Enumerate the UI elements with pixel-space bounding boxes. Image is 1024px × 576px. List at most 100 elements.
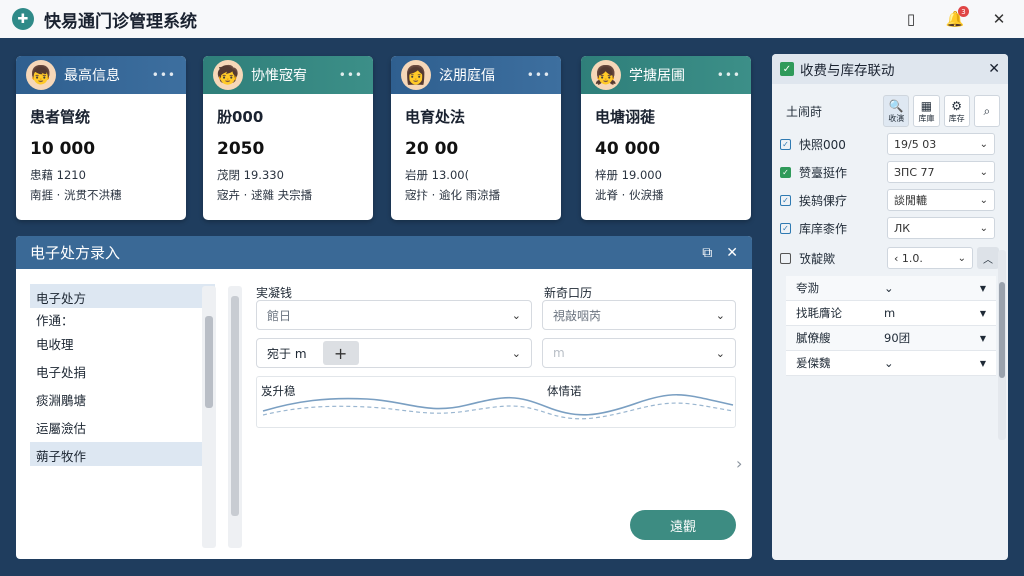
chevron-down-icon: ⌄ (511, 346, 521, 360)
list-item[interactable]: 找毦膺论 m ▼ (786, 301, 996, 326)
option-row: ✓ 赞臺挺作 ЗПС 77 ⌄ (780, 160, 1000, 184)
nav-scrollbar[interactable] (202, 286, 216, 548)
card-line: 宼卉 · 逑雜 夬宗播 (217, 188, 313, 202)
prescription-nav: 电子处方 作通： 电收理 电子处捐 痰淵鵰塘 运屬澰估 蒴子牧作 (30, 284, 215, 468)
tab-label[interactable]: 土闹莳 (780, 103, 879, 120)
nav-item[interactable]: 蒴子牧作 (30, 442, 215, 466)
row-select[interactable]: ЛК ⌄ (887, 217, 995, 239)
row-select[interactable]: 談閒轆 ⌄ (887, 189, 995, 211)
window-icon[interactable]: ⧉ (702, 245, 712, 261)
card-subtitle: 患者管统 (30, 108, 91, 126)
more-icon[interactable]: ••• (339, 68, 363, 82)
summary-card[interactable]: 👦 最高信息 ••• 患者管统 10 000 患藉 1210 南捱 · 洸贯不洪… (16, 56, 186, 220)
panel-header: 电子处方录入 ⧉ ✕ (16, 236, 752, 269)
card-line: 岩册 13.00( (405, 168, 470, 182)
select-value: 館日 (267, 308, 292, 323)
chevron-down-icon: ⌄ (715, 346, 725, 360)
box-icon[interactable]: ▦ 库庫 (913, 95, 940, 127)
billing-inventory-panel: ✓ 收费与库存联动 ✕ 土闹莳 🔍 收演 ▦ 库庫 ⚙ 库存 ⌕ ✓ 快照000 19… (772, 54, 1008, 560)
nav-item[interactable]: 电子处方 (30, 284, 215, 308)
card-title: 泫朋庭偪 (439, 68, 495, 84)
search-icon[interactable]: ⌕ (973, 95, 1001, 127)
prescription-panel: 电子处方录入 ⧉ ✕ 电子处方 作通： 电收理 电子处捐 痰淵鵰塘 运屬澰估 蒴… (16, 236, 752, 559)
select-field[interactable]: 視敲咽芮 ⌄ (542, 300, 736, 330)
summary-card[interactable]: 🧒 协惟宼宥 ••• 朌000 2050 茂閉 19.330 宼卉 · 逑雜 夬… (203, 56, 373, 220)
card-line: 南捱 · 洸贯不洪穗 (30, 188, 122, 202)
close-icon[interactable]: ✕ (988, 61, 1000, 77)
card-header: 👩 泫朋庭偪 ••• (391, 56, 561, 94)
chevron-down-icon: ▼ (979, 308, 986, 318)
more-icon[interactable]: ••• (717, 68, 741, 82)
card-number: 2050 (217, 139, 265, 159)
select-field[interactable]: m ⌄ (542, 338, 736, 368)
stethoscope-icon: ✚ (12, 8, 34, 30)
window-actions: ▯ 🔔 3 ✕ (900, 0, 1010, 38)
search-icon[interactable]: 🔍 收演 (883, 95, 910, 127)
detail-list: 夸泐 ⌄ ▼ 找毦膺论 m ▼ 膩僚艘 90团 ▼ 爰傑魏 ⌄ ▼ (786, 276, 996, 376)
row-label: 挨鸫倮疗 (799, 193, 848, 208)
card-title: 最高信息 (64, 68, 120, 84)
select-field[interactable]: 宛于 m + ⌄ (256, 338, 532, 368)
checkbox[interactable]: ✓ (780, 138, 791, 150)
row-select[interactable]: ЗПС 77 ⌄ (887, 161, 995, 183)
checkbox[interactable]: ✓ (780, 194, 791, 206)
more-icon[interactable]: ••• (152, 68, 176, 82)
chevron-up-icon[interactable]: ︿ (977, 247, 999, 269)
row-select[interactable]: 19/5 03 ⌄ (887, 133, 995, 155)
app-title: 快易通门诊管理系统 (44, 11, 197, 32)
card-title: 学搪居圃 (629, 68, 685, 84)
select-value: 宛于 m (267, 346, 307, 361)
chevron-right-icon[interactable]: › (736, 454, 742, 473)
card-header: 🧒 协惟宼宥 ••• (203, 56, 373, 94)
nav-item[interactable]: 电收理 (30, 330, 215, 354)
chevron-down-icon: ⌄ (979, 166, 988, 178)
card-subtitle: 电育处法 (405, 108, 466, 126)
checkbox[interactable]: ✓ (780, 222, 791, 234)
card-header: 👦 最高信息 ••• (16, 56, 186, 94)
select-value: m (553, 346, 565, 360)
more-icon[interactable]: ••• (527, 68, 551, 82)
chevron-down-icon: ▼ (979, 333, 986, 343)
summary-card[interactable]: 👩 泫朋庭偪 ••• 电育处法 20 00 岩册 13.00( 宼抃 · 逾化 … (391, 56, 561, 220)
list-item[interactable]: 膩僚艘 90团 ▼ (786, 326, 996, 351)
nav-item[interactable]: 痰淵鵰塘 (30, 386, 215, 410)
row-select[interactable]: ‹ 1.0. ⌄ (887, 247, 973, 269)
card-number: 40 000 (595, 139, 661, 159)
panel-title: 电子处方录入 (30, 244, 121, 262)
select-field[interactable]: 館日 ⌄ (256, 300, 532, 330)
nav-item[interactable]: 运屬澰估 (30, 414, 215, 438)
chevron-down-icon: ⌄ (715, 308, 725, 322)
checkbox[interactable] (780, 252, 791, 264)
option-row: ✓ 挨鸫倮疗 談閒轆 ⌄ (780, 188, 1000, 212)
summary-card[interactable]: 👧 学搪居圃 ••• 电塘诩蓰 40 000 梓册 19.000 泚脊 · 伙淚… (581, 56, 751, 220)
trend-wave (262, 394, 734, 420)
nav-item[interactable]: 作通： (30, 310, 215, 328)
checkbox[interactable]: ✓ (780, 166, 791, 178)
list-item[interactable]: 爰傑魏 ⌄ ▼ (786, 351, 996, 376)
field-label: 実凝钱 (256, 286, 293, 300)
row-label: 库庠桼作 (799, 221, 848, 236)
toolbar: 土闹莳 🔍 收演 ▦ 库庫 ⚙ 库存 ⌕ (780, 94, 1001, 128)
add-button[interactable]: + (322, 341, 359, 365)
panel-header: ✓ 收费与库存联动 ✕ (772, 54, 1008, 84)
row-label: 攷靛歟 (799, 251, 836, 266)
chevron-down-icon: ⌄ (511, 308, 521, 322)
row-label: 赞臺挺作 (799, 165, 848, 180)
card-header: 👧 学搪居圃 ••• (581, 56, 751, 94)
card-subtitle: 朌000 (217, 108, 264, 126)
close-icon[interactable]: ✕ (726, 245, 738, 261)
nav-item[interactable]: 电子处捐 (30, 358, 215, 382)
close-icon[interactable]: ✕ (988, 8, 1010, 30)
title-bar: ✚ 快易通门诊管理系统 ▯ 🔔 3 ✕ (0, 0, 1024, 38)
list-item[interactable]: 夸泐 ⌄ ▼ (786, 276, 996, 301)
select-value: 視敲咽芮 (553, 308, 602, 323)
confirm-button[interactable]: 遠觀 (630, 510, 736, 540)
bell-icon[interactable]: 🔔 3 (944, 6, 969, 30)
panel-scrollbar[interactable] (998, 250, 1006, 440)
card-number: 10 000 (30, 139, 96, 159)
clipboard-icon[interactable]: ▯ (900, 8, 922, 30)
gear-icon[interactable]: ⚙ 库存 (943, 95, 970, 127)
form-scrollbar[interactable] (228, 286, 242, 548)
card-number: 20 00 (405, 139, 459, 159)
card-title: 协惟宼宥 (251, 68, 307, 84)
